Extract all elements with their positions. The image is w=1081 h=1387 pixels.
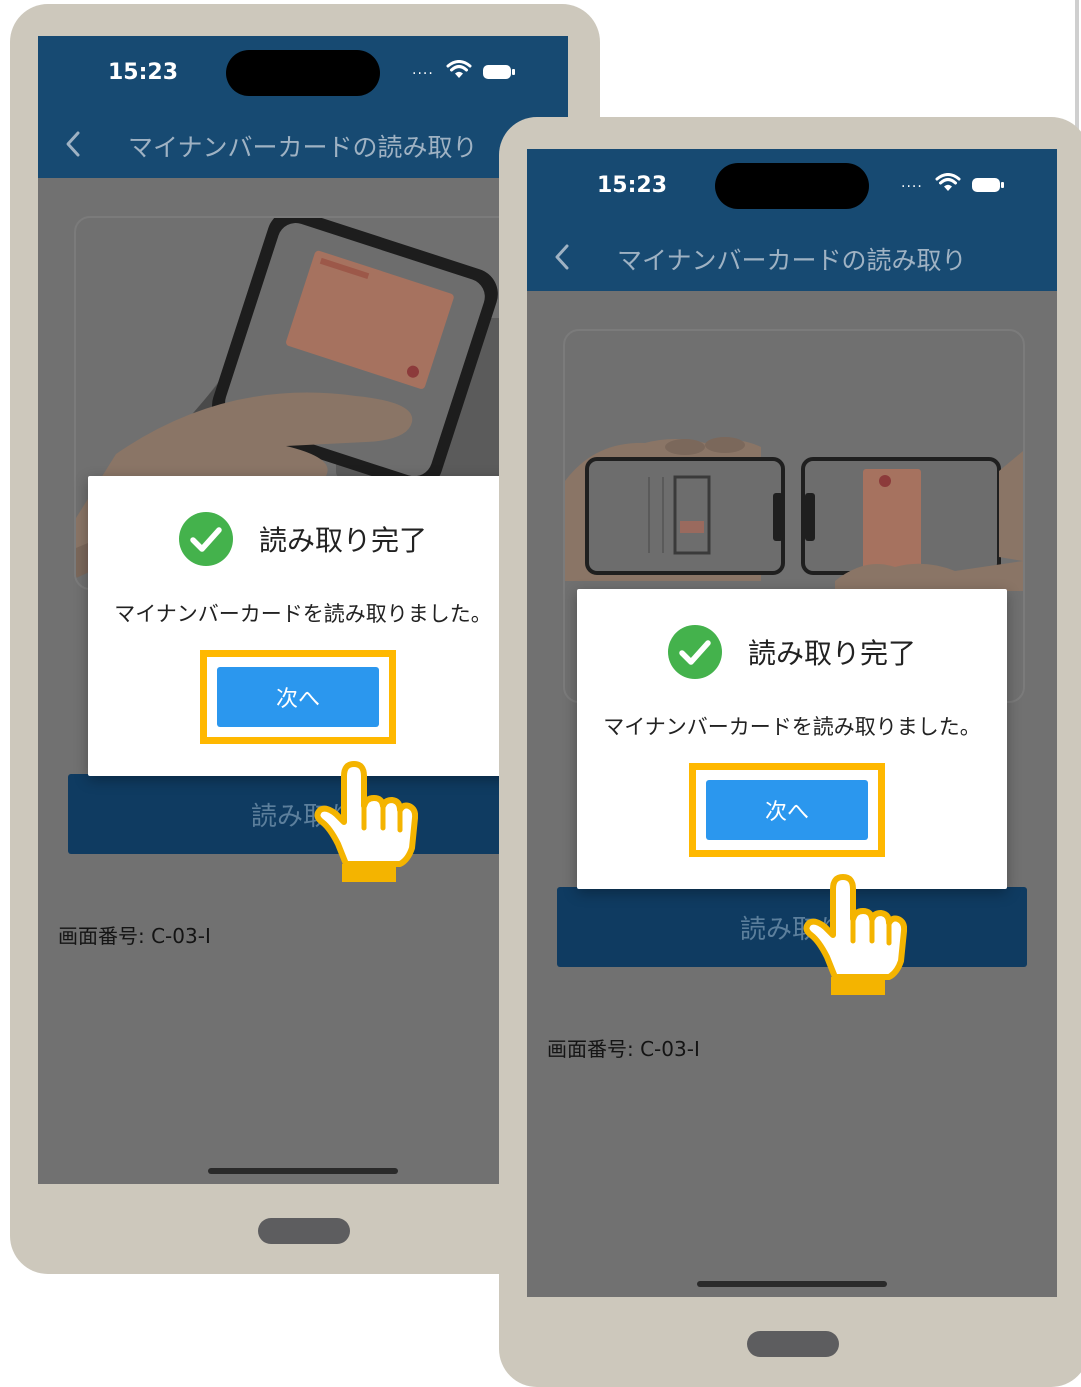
dialog-message: マイナンバーカードを読み取りました。 bbox=[603, 715, 981, 739]
dynamic-island bbox=[226, 50, 380, 96]
dialog-title: 読み取り完了 bbox=[258, 524, 427, 557]
screen-id-label: 画面番号: C-03-I bbox=[547, 1037, 700, 1061]
wifi-icon bbox=[446, 60, 472, 78]
phone-home-button bbox=[747, 1331, 839, 1357]
dialog-message: マイナンバーカードを読み取りました。 bbox=[114, 602, 492, 626]
battery-icon bbox=[483, 65, 515, 79]
signal-dots: .... bbox=[412, 62, 434, 78]
battery-icon bbox=[972, 178, 1004, 192]
next-button-label: 次へ bbox=[275, 687, 320, 712]
phone-screen: 15:23 .... マイナンバーカードの読み取り 読み取り 画面番号: C-0… bbox=[38, 36, 568, 1184]
screen-id-label: 画面番号: C-03-I bbox=[58, 924, 211, 948]
page-title: マイナンバーカードの読み取り bbox=[128, 133, 478, 162]
page-title: マイナンバーカードの読み取り bbox=[617, 246, 967, 275]
phone-screen: 15:23 .... マイナンバーカードの読み取り 読み取り 画面番号: C-0… bbox=[527, 149, 1057, 1297]
status-time: 15:23 bbox=[108, 60, 179, 85]
next-button-highlight: 次へ bbox=[200, 650, 396, 744]
next-button-label: 次へ bbox=[764, 800, 809, 825]
dialog-title-row: 読み取り完了 bbox=[577, 623, 1007, 681]
completion-dialog: 読み取り完了 マイナンバーカードを読み取りました。 次へ bbox=[88, 476, 518, 776]
completion-dialog: 読み取り完了 マイナンバーカードを読み取りました。 次へ bbox=[577, 589, 1007, 889]
dynamic-island bbox=[715, 163, 869, 209]
status-time: 15:23 bbox=[597, 173, 668, 198]
signal-dots: .... bbox=[901, 175, 923, 191]
phone-mockup-front: 15:23 .... マイナンバーカードの読み取り 読み取り 画面番号: C-0… bbox=[499, 117, 1081, 1387]
dialog-title-row: 読み取り完了 bbox=[88, 510, 518, 568]
read-button[interactable]: 読み取り bbox=[68, 774, 538, 854]
next-button[interactable]: 次へ bbox=[706, 780, 868, 840]
navigation-bar: マイナンバーカードの読み取り bbox=[527, 225, 1057, 291]
app-header: 15:23 .... マイナンバーカードの読み取り bbox=[527, 149, 1057, 291]
check-circle-icon bbox=[667, 625, 722, 679]
navigation-bar: マイナンバーカードの読み取り bbox=[38, 112, 568, 178]
pointing-hand-icon bbox=[803, 874, 907, 995]
phone-home-button bbox=[258, 1218, 350, 1244]
next-button-highlight: 次へ bbox=[689, 763, 885, 857]
check-circle-icon bbox=[178, 512, 233, 566]
pointing-hand-icon bbox=[314, 761, 418, 882]
app-header: 15:23 .... マイナンバーカードの読み取り bbox=[38, 36, 568, 178]
status-bar: 15:23 .... bbox=[38, 36, 568, 112]
next-button[interactable]: 次へ bbox=[217, 667, 379, 727]
dialog-title: 読み取り完了 bbox=[747, 637, 916, 670]
home-indicator[interactable] bbox=[208, 1168, 398, 1174]
back-chevron-icon[interactable] bbox=[64, 130, 82, 158]
wifi-icon bbox=[935, 173, 961, 191]
read-button[interactable]: 読み取り bbox=[557, 887, 1027, 967]
back-chevron-icon[interactable] bbox=[553, 243, 571, 271]
status-bar: 15:23 .... bbox=[527, 149, 1057, 225]
home-indicator[interactable] bbox=[697, 1281, 887, 1287]
